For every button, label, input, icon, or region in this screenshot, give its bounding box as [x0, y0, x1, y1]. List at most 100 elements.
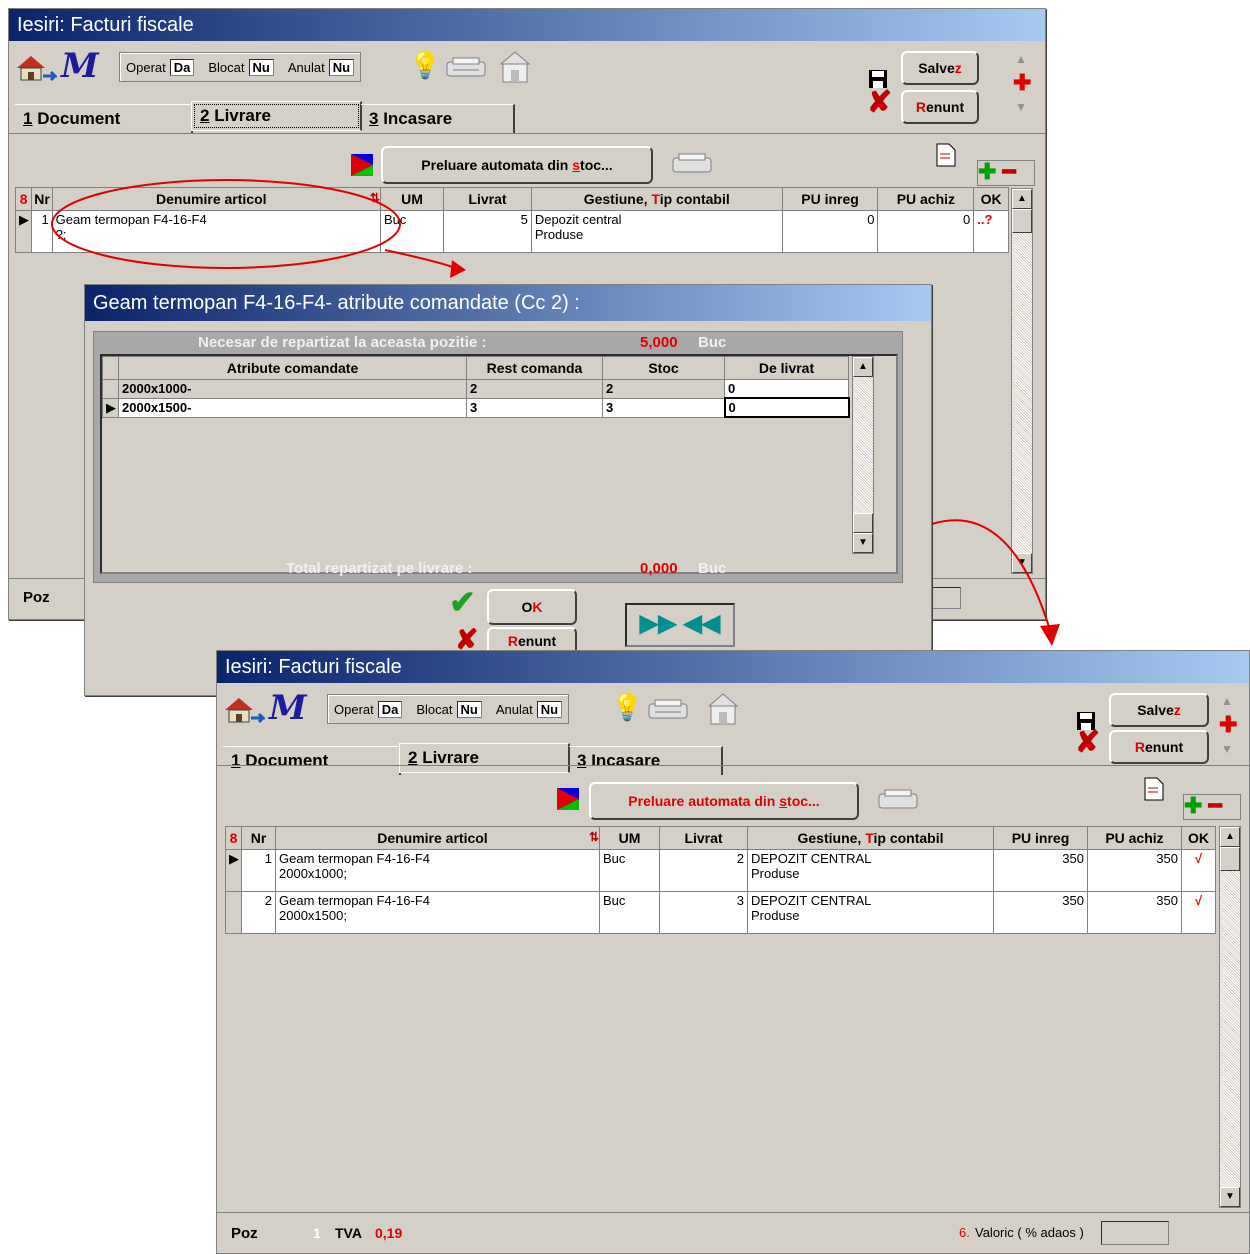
- printer-icon[interactable]: [647, 698, 691, 722]
- col-pu-achiz[interactable]: PU achiz: [1087, 826, 1182, 850]
- col-gestiune[interactable]: Gestiune, Tip contabil: [747, 826, 994, 850]
- cancel-label: enunt: [518, 633, 557, 649]
- col-rest-comanda[interactable]: Rest comanda: [466, 356, 603, 380]
- col-pu-inreg[interactable]: PU inreg: [993, 826, 1088, 850]
- total-unit: Buc: [698, 560, 727, 577]
- cell-livrat[interactable]: 3: [659, 891, 748, 934]
- auto-take-from-stock-button[interactable]: Preluare automata din stoc...: [589, 782, 859, 820]
- vertical-scrollbar[interactable]: ▲ ▼: [1219, 826, 1241, 1208]
- rewind-icon[interactable]: ◀◀: [683, 610, 720, 637]
- cell-rest[interactable]: 2: [466, 379, 603, 399]
- scroll-thumb[interactable]: [1220, 847, 1240, 871]
- cell-gestiune[interactable]: DEPOZIT CENTRAL Produse: [747, 849, 994, 892]
- table-row[interactable]: 2 Geam termopan F4-16-F4 2000x1500; Buc 3…: [225, 891, 1216, 934]
- flag-operat-label: Operat: [334, 701, 374, 717]
- cell-de-livrat[interactable]: 0: [724, 379, 849, 399]
- m-logo-icon[interactable]: M: [269, 688, 307, 728]
- row-marker: [225, 891, 242, 934]
- row-pointer-icon[interactable]: ▶: [102, 397, 119, 418]
- tva-value: 0,19: [375, 1225, 403, 1241]
- attributes-grid-frame: Atribute comandate Rest comanda Stoc De …: [100, 354, 898, 574]
- table-row[interactable]: 2000x1000- 2 2 0: [102, 379, 849, 399]
- cell-stoc[interactable]: 3: [602, 397, 725, 418]
- col-denumire[interactable]: Denumire articol ⇅: [275, 826, 600, 850]
- row-marker: [102, 379, 119, 399]
- printer-icon[interactable]: [877, 788, 921, 812]
- total-value: 0,000: [640, 560, 678, 577]
- table-header: Atribute comandate Rest comanda Stoc De …: [102, 356, 849, 380]
- col-livrat[interactable]: Livrat: [659, 826, 748, 850]
- down-arrow-icon[interactable]: ▼: [1221, 742, 1233, 756]
- cell-denumire[interactable]: Geam termopan F4-16-F4 2000x1000;: [275, 849, 600, 892]
- col-ok[interactable]: OK: [1181, 826, 1216, 850]
- forward-icon[interactable]: ▶▶: [640, 610, 677, 637]
- ok-accel: O: [521, 599, 533, 615]
- home-icon[interactable]: [221, 692, 265, 726]
- col-nr[interactable]: Nr: [241, 826, 276, 850]
- col-gest-post: ip contabil: [873, 830, 944, 846]
- col-stoc[interactable]: Stoc: [602, 356, 725, 380]
- valoric-field[interactable]: [1101, 1221, 1169, 1245]
- cell-den-line2: 2000x1000;: [279, 866, 347, 881]
- col-atribute[interactable]: Atribute comandate: [118, 356, 467, 380]
- cell-atribute[interactable]: 2000x1500-: [118, 397, 467, 418]
- status-bar: Poz 1 TVA 0,19 6. Valoric ( % adaos ): [217, 1212, 1249, 1253]
- total-row: Total repartizat pe livrare : 0,000 Buc: [94, 560, 902, 578]
- cell-ok-check[interactable]: √: [1181, 849, 1216, 892]
- navigate-buttons[interactable]: ▶▶ ◀◀: [625, 603, 735, 647]
- cell-gest: DEPOZIT CENTRAL: [751, 893, 872, 908]
- transfer-flag-icon: [557, 788, 579, 810]
- add-minus-buttons[interactable]: ✚ ━: [1183, 794, 1241, 820]
- attributes-dialog: Geam termopan F4-16-F4- atribute comanda…: [84, 284, 932, 696]
- lightbulb-icon[interactable]: 💡: [611, 692, 643, 723]
- cell-ok-check[interactable]: √: [1181, 891, 1216, 934]
- scroll-down-icon[interactable]: ▼: [1220, 1187, 1240, 1207]
- save-button[interactable]: Salvez: [1109, 693, 1209, 727]
- col-marker: 8: [225, 826, 242, 850]
- table-row[interactable]: ▶ 1 Geam termopan F4-16-F4 2000x1000; Buc…: [225, 849, 1216, 892]
- building-icon[interactable]: [705, 692, 741, 726]
- items-table: 8 Nr Denumire articol ⇅ UM Livrat Gestiun…: [225, 826, 1216, 934]
- scroll-up-icon[interactable]: ▲: [1220, 827, 1240, 847]
- row-pointer-icon[interactable]: ▶: [225, 849, 242, 892]
- necesar-unit: Buc: [698, 334, 727, 351]
- add-plus-icon[interactable]: ✚: [1219, 712, 1237, 738]
- add-row-icon[interactable]: ✚: [1184, 793, 1202, 818]
- col-gest-accel: T: [865, 830, 874, 846]
- cell-nr[interactable]: 2: [241, 891, 276, 934]
- sort-icon[interactable]: ⇅: [589, 830, 599, 844]
- cell-pu-achiz[interactable]: 350: [1087, 849, 1182, 892]
- col-de-livrat[interactable]: De livrat: [724, 356, 849, 380]
- de-livrat-input[interactable]: 0: [723, 397, 850, 418]
- cell-atribute[interactable]: 2000x1000-: [118, 379, 467, 399]
- cell-gestiune[interactable]: DEPOZIT CENTRAL Produse: [747, 891, 994, 934]
- ok-button[interactable]: OK: [487, 589, 577, 625]
- dialog-scrollbar[interactable]: ▲ ▼: [852, 356, 874, 554]
- cell-um[interactable]: Buc: [599, 849, 660, 892]
- cell-pu-achiz[interactable]: 350: [1087, 891, 1182, 934]
- cell-rest[interactable]: 3: [466, 397, 603, 418]
- annotation-arrow: [931, 519, 1051, 631]
- cell-pu-inreg[interactable]: 350: [993, 849, 1088, 892]
- attributes-table: Atribute comandate Rest comanda Stoc De …: [102, 356, 850, 418]
- scroll-thumb[interactable]: [853, 513, 873, 533]
- checkmark-icon: ✔: [449, 584, 476, 620]
- dialog-panel: Necesar de repartizat la aceasta pozitie…: [93, 331, 903, 583]
- cancel-button[interactable]: Renunt: [1109, 730, 1209, 764]
- up-arrow-icon[interactable]: ▲: [1221, 694, 1233, 708]
- document-icon[interactable]: [1143, 776, 1165, 802]
- col-um[interactable]: UM: [599, 826, 660, 850]
- cell-denumire[interactable]: Geam termopan F4-16-F4 2000x1500;: [275, 891, 600, 934]
- cell-livrat[interactable]: 2: [659, 849, 748, 892]
- cell-pu-inreg[interactable]: 350: [993, 891, 1088, 934]
- save-accel: z: [1173, 702, 1181, 718]
- necesar-value: 5,000: [640, 334, 678, 351]
- delete-x-icon[interactable]: ✘: [1075, 728, 1100, 758]
- remove-row-icon[interactable]: ━: [1208, 793, 1221, 818]
- cell-nr[interactable]: 1: [241, 849, 276, 892]
- cell-um[interactable]: Buc: [599, 891, 660, 934]
- scroll-up-icon[interactable]: ▲: [853, 357, 873, 377]
- scroll-down-icon[interactable]: ▼: [853, 533, 873, 553]
- cell-stoc[interactable]: 2: [602, 379, 725, 399]
- table-row[interactable]: ▶ 2000x1500- 3 3 0: [102, 397, 850, 418]
